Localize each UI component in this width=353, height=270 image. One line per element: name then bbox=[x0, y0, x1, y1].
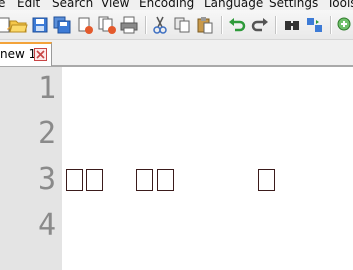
paste-icon[interactable] bbox=[195, 15, 215, 35]
copy-icon[interactable] bbox=[172, 15, 192, 35]
menu-tools[interactable]: Tools bbox=[327, 0, 353, 10]
line-number: 4 bbox=[37, 208, 56, 243]
tab-bar: new 1 bbox=[0, 40, 353, 67]
toolbar bbox=[0, 10, 353, 40]
toolbar-separator bbox=[221, 16, 223, 34]
save-all-icon[interactable] bbox=[52, 15, 72, 35]
close-all-icon[interactable] bbox=[97, 15, 117, 35]
toolbar-separator bbox=[275, 16, 277, 34]
close-tab-icon[interactable] bbox=[34, 48, 47, 61]
tab-new-1[interactable]: new 1 bbox=[0, 42, 52, 66]
missing-glyph-box: □ bbox=[258, 169, 275, 191]
cut-icon[interactable] bbox=[150, 15, 170, 35]
save-icon[interactable] bbox=[30, 15, 50, 35]
close-icon[interactable] bbox=[75, 15, 95, 35]
missing-glyph-box: □ bbox=[86, 169, 103, 191]
redo-icon[interactable] bbox=[250, 15, 270, 35]
menu-edit[interactable]: Edit bbox=[17, 0, 40, 10]
menu-encoding[interactable]: Encoding bbox=[139, 0, 194, 10]
open-file-icon[interactable] bbox=[8, 15, 28, 35]
undo-icon[interactable] bbox=[227, 15, 247, 35]
menu-bar: e Edit Search View Encoding Language Set… bbox=[0, 0, 353, 10]
line-number: 3 bbox=[37, 162, 56, 197]
toolbar-separator bbox=[145, 16, 147, 34]
find-icon[interactable] bbox=[282, 15, 302, 35]
toolbar-separator bbox=[330, 16, 332, 34]
print-icon[interactable] bbox=[119, 15, 139, 35]
tab-label: new 1 bbox=[0, 47, 37, 61]
menu-language[interactable]: Language bbox=[204, 0, 263, 10]
menu-view[interactable]: View bbox=[101, 0, 129, 10]
missing-glyph-box: □ bbox=[136, 169, 153, 191]
menu-search[interactable]: Search bbox=[52, 0, 93, 10]
menu-settings[interactable]: Settings bbox=[269, 0, 318, 10]
line-number: 1 bbox=[37, 71, 56, 106]
menu-file[interactable]: e bbox=[0, 0, 5, 10]
replace-icon[interactable] bbox=[305, 15, 325, 35]
line-number-gutter: 1 2 3 4 bbox=[0, 67, 62, 270]
line-number: 2 bbox=[37, 116, 56, 151]
missing-glyph-box: □ bbox=[157, 169, 174, 191]
missing-glyph-box: □ bbox=[66, 169, 83, 191]
zoom-in-icon[interactable] bbox=[335, 15, 353, 35]
editor-text-area[interactable]: □ □ □ □ □ bbox=[62, 67, 353, 270]
